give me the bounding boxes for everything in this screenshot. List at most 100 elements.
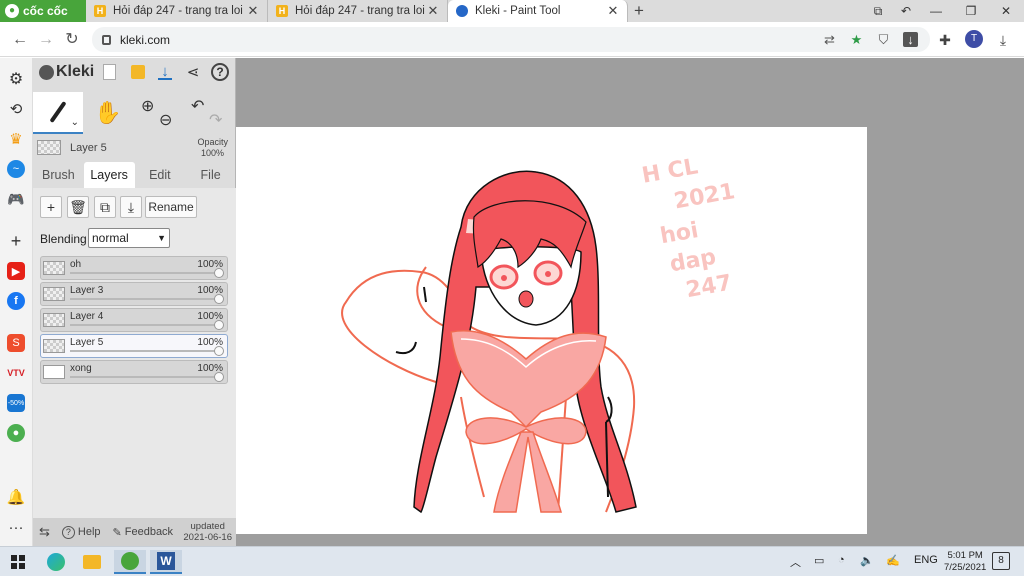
add-shortcut-icon[interactable]: + [7,231,25,251]
youtube-icon[interactable]: ▶ [7,262,25,280]
back-arrow-icon[interactable]: ← [10,30,30,50]
avatar[interactable]: T [965,30,983,48]
battery-icon[interactable]: ▭ [814,554,824,567]
coccoc-taskbar-icon[interactable] [114,550,146,574]
facebook-icon[interactable]: f [7,292,25,310]
restore-button[interactable]: ❐ [955,0,987,22]
minimize-button[interactable]: — [920,0,952,22]
edge-icon[interactable] [44,550,68,574]
updated-label: updated [190,521,225,532]
tab-hoidap-1[interactable]: H Hỏi đáp 247 - trang tra loi ✕ [86,0,268,22]
drawing-canvas[interactable]: H CL 2021 hoi dap 247 [236,127,867,534]
forward-arrow-icon[interactable]: → [36,30,56,50]
bow-tails [493,431,562,513]
opacity-slider-knob[interactable] [214,268,224,278]
notification-count: 8 [998,555,1004,566]
pen-icon[interactable]: ✍ [886,554,900,567]
settings-gear-icon[interactable]: ⚙ [7,70,25,88]
game-icon[interactable]: 🎮 [7,190,25,208]
help-button[interactable]: ? Help [61,525,101,539]
layer-item[interactable]: Layer 3 100% [40,282,228,306]
download-page-icon[interactable]: ↓ [903,32,918,47]
history-icon[interactable]: ⟲ [7,100,25,118]
layer-item[interactable]: xong 100% [40,360,228,384]
zoom-in-icon[interactable]: ⊕ [141,96,154,116]
crown-icon[interactable]: ♛ [7,130,25,148]
close-window-button[interactable]: ✕ [990,0,1022,22]
tab-brush[interactable]: Brush [33,162,84,188]
close-icon[interactable]: ✕ [247,3,259,19]
layer-item[interactable]: Layer 4 100% [40,308,228,332]
downloads-icon[interactable]: ⤓ [994,31,1012,49]
blending-select[interactable]: normal ▼ [88,228,170,248]
volume-icon[interactable]: 🔈 [860,554,874,567]
opacity-slider-knob[interactable] [214,346,224,356]
rename-button[interactable]: Rename [145,196,197,218]
open-folder-icon[interactable] [129,63,147,81]
hand-tool-button[interactable]: ✋ [85,92,131,134]
chevron-up-icon[interactable]: ︿ [790,554,801,570]
layer-item-selected[interactable]: Layer 5 100% [40,334,228,358]
promo-icon[interactable]: -50% [7,394,25,412]
coccoc-brand-button[interactable]: ● cốc cốc [0,0,86,22]
zoom-buttons[interactable]: ⊕ ⊖ [135,92,181,134]
windows-start-icon[interactable] [6,550,30,574]
close-icon[interactable]: ✕ [427,3,439,19]
opacity-slider-track[interactable] [70,298,217,300]
add-layer-button[interactable]: + [40,196,62,218]
messenger-icon[interactable]: ~ [7,160,25,178]
notification-bell-icon[interactable]: 🔔 [7,488,26,506]
opacity-slider-knob[interactable] [214,294,224,304]
extensions-icon[interactable]: ✚ [936,31,954,49]
layer-thumbnail [43,261,65,275]
undo-icon[interactable]: ↶ [191,96,204,116]
coccoc-logo-icon: ● [5,4,19,18]
new-tab-button[interactable]: + [630,2,648,20]
word-icon[interactable]: W [150,550,182,574]
url-field[interactable]: kleki.com ⇄ ★ ⛉ ↓ [92,27,930,52]
download-icon[interactable]: ↓ [156,63,174,81]
shopee-icon[interactable]: S [7,334,25,352]
merge-layer-button[interactable]: ⤓ [120,196,142,218]
update-info[interactable]: updated 2021-06-16 [183,521,232,543]
back-forth-icon[interactable]: ↶ [890,0,922,22]
delete-layer-button[interactable]: 🗑 [67,196,89,218]
layer-item[interactable]: oh 100% [40,256,228,280]
clock-time: 5:01 PM [947,550,983,561]
star-icon[interactable]: ★ [849,32,864,47]
tab-kleki[interactable]: Kleki - Paint Tool ✕ [448,0,628,22]
wifi-icon[interactable]: ◔ [838,554,845,566]
duplicate-layer-button[interactable]: ⧉ [94,196,116,218]
language-indicator[interactable]: ENG [914,554,938,566]
opacity-slider-track[interactable] [70,376,217,378]
share-icon[interactable]: ⋖ [184,63,202,81]
brush-tool-button[interactable]: ⌄ [33,92,83,134]
tab-hoidap-2[interactable]: H Hỏi đáp 247 - trang tra loi ✕ [268,0,448,22]
clock[interactable]: 5:01 PM 7/25/2021 [944,550,986,574]
opacity-slider-knob[interactable] [214,320,224,330]
coccoc-extension-icon[interactable]: ● [7,424,25,442]
opacity-slider-knob[interactable] [214,372,224,382]
close-icon[interactable]: ✕ [607,3,619,19]
tab-layers[interactable]: Layers [83,162,135,188]
undo-redo-buttons[interactable]: ↶ ↷ [183,92,233,134]
redo-icon[interactable]: ↷ [209,110,222,130]
new-image-icon[interactable] [100,63,118,81]
translate-icon[interactable]: ⇄ [822,32,837,47]
kleki-logo[interactable]: Kleki [39,63,94,81]
more-icon[interactable]: ··· [7,518,25,536]
tab-edit[interactable]: Edit [135,162,186,188]
shield-icon[interactable]: ⛉ [876,32,891,47]
vtv-icon[interactable]: VTV [7,364,25,382]
tab-file[interactable]: File [185,162,236,188]
reload-icon[interactable]: ↻ [62,30,82,50]
opacity-slider-track[interactable] [70,272,217,274]
feedback-button[interactable]: ✎ Feedback [113,526,174,539]
file-explorer-icon[interactable] [80,550,104,574]
swap-sides-icon[interactable]: ⇆ [39,524,50,540]
zoom-out-icon[interactable]: ⊖ [159,110,172,130]
notification-center-icon[interactable]: 8 [992,552,1010,570]
opacity-slider-track[interactable] [70,324,217,326]
help-icon[interactable]: ? [211,63,229,81]
opacity-slider-track[interactable] [70,350,217,352]
